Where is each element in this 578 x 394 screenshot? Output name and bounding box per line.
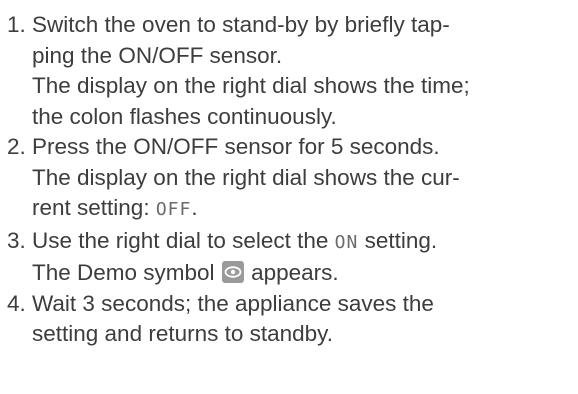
- step-text: .: [191, 195, 198, 220]
- step-text-line: ping the ON/OFF sensor.: [32, 42, 283, 68]
- step-number: 3.: [7, 227, 26, 253]
- instruction-page: 1. Switch the oven to stand-by by briefl…: [0, 0, 578, 394]
- step-1: 1. Switch the oven to stand-by by briefl…: [0, 10, 578, 132]
- step-text: The Demo symbol: [32, 260, 221, 285]
- step-text-line: The display on the right dial shows the …: [32, 164, 460, 190]
- step-text-line: Switch the oven to stand-by by briefly t…: [32, 12, 450, 37]
- instruction-steps-list: 1. Switch the oven to stand-by by briefl…: [0, 10, 578, 350]
- step-text: appears.: [244, 260, 339, 285]
- step-4: 4. Wait 3 seconds; the appliance saves t…: [0, 289, 578, 350]
- step-text-line: Use the right dial to select the ON sett…: [32, 226, 578, 259]
- step-2: 2. Press the ON/OFF sensor for 5 seconds…: [0, 132, 578, 226]
- demo-eye-icon: [221, 261, 244, 283]
- step-text: setting.: [358, 227, 438, 253]
- step-text-line: setting and returns to standby.: [32, 321, 334, 346]
- step-3: 3. Use the right dial to select the ON s…: [0, 226, 578, 289]
- step-text-line: Press the ON/OFF sensor for 5 seconds.: [32, 134, 440, 159]
- display-readout-on: ON: [334, 231, 359, 253]
- step-text-line: the colon flashes continuously.: [32, 103, 337, 129]
- step-number: 4.: [7, 290, 26, 316]
- step-text: rent setting:: [32, 195, 156, 220]
- step-number: 2.: [7, 134, 26, 159]
- step-text-line: The display on the right dial shows the …: [32, 73, 470, 98]
- display-readout-off: OFF: [155, 199, 192, 220]
- step-text: Use the right dial to select the: [32, 227, 335, 253]
- step-number: 1.: [7, 12, 26, 37]
- step-text-line: rent setting: OFF.: [32, 193, 578, 226]
- step-text-line: Wait 3 seconds; the appliance saves the: [32, 290, 434, 316]
- step-text-line: The Demo symbol appears.: [32, 258, 578, 289]
